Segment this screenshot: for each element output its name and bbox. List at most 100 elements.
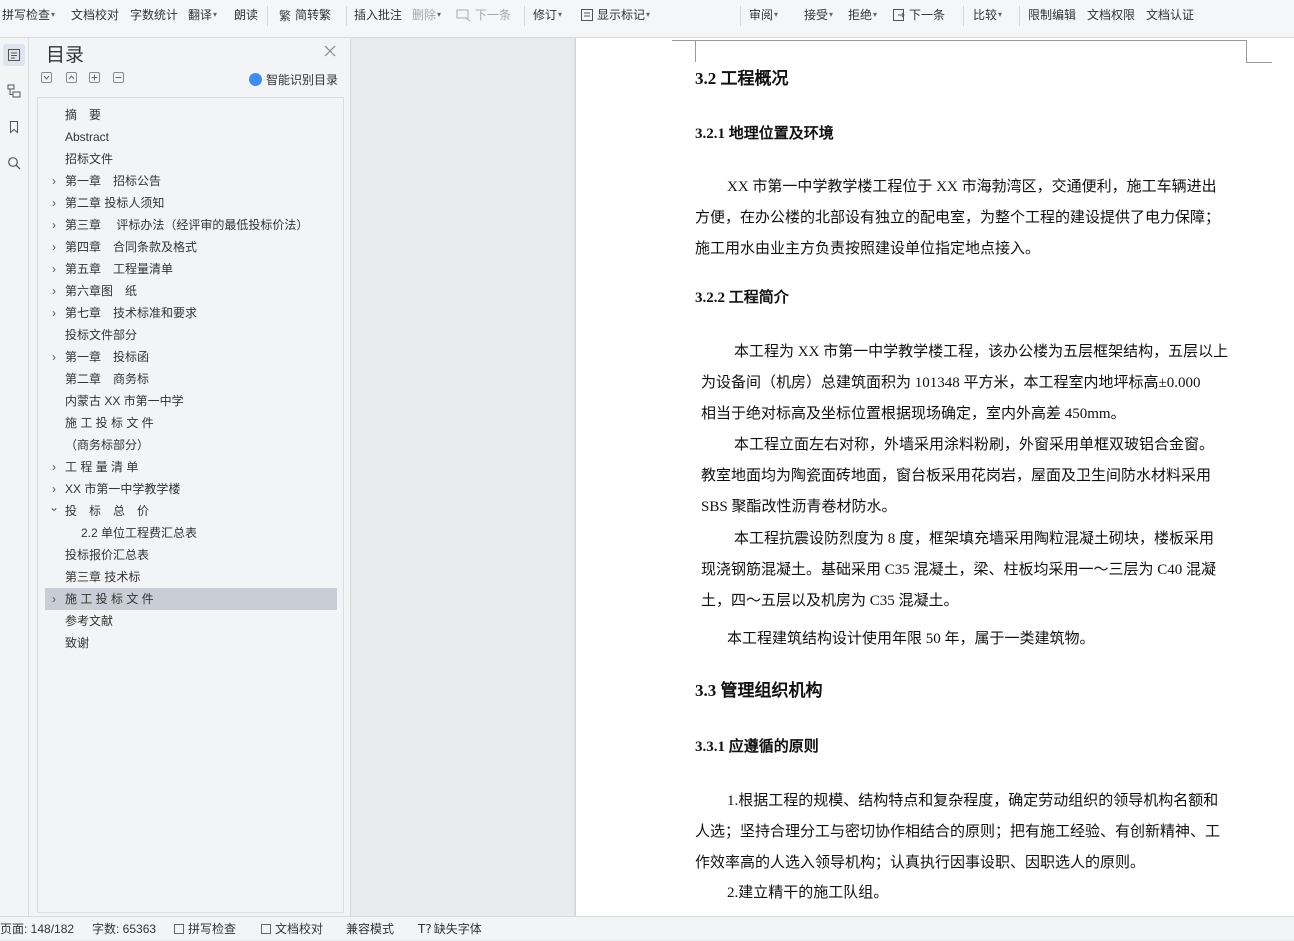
toc-item-label: 投 标 总 价 xyxy=(65,504,150,518)
toolbar-item-13[interactable]: 拒绝▾ xyxy=(848,0,877,30)
subsection-heading: 3.3.1 应遵循的原则 xyxy=(695,739,819,755)
bookmark-icon[interactable] xyxy=(3,116,25,138)
toolbar-item-12[interactable]: 接受▾ xyxy=(804,0,833,30)
page-indicator[interactable]: 页面: 148/182 xyxy=(0,917,74,941)
toc-item[interactable]: › 第四章 合同条款及格式 xyxy=(45,236,337,258)
chevron-right-icon[interactable]: › xyxy=(48,302,60,324)
toc-item[interactable]: › XX 市第一中学教学楼 xyxy=(45,478,337,500)
toc-item-label: 第三章 评标办法（经评审的最低投标价法） xyxy=(65,218,309,232)
toolbar-item-6[interactable]: 插入批注 xyxy=(354,0,402,30)
paragraph-line: 本工程为 XX 市第一中学教学楼工程，该办公楼为五层框架结构，五层以上 xyxy=(734,344,1229,360)
toc-item[interactable]: Abstract xyxy=(45,126,337,148)
toc-item[interactable]: 2.2 单位工程费汇总表 xyxy=(45,522,337,544)
toc-item[interactable]: 致谢 xyxy=(45,632,337,654)
toc-item[interactable]: 第二章 商务标 xyxy=(45,368,337,390)
chevron-down-icon: ▾ xyxy=(437,10,442,19)
toolbar-item-15[interactable]: 比较▾ xyxy=(973,0,1002,30)
paragraph-line: 2.建立精干的施工队组。 xyxy=(727,885,889,901)
chevron-right-icon[interactable]: › xyxy=(48,280,60,302)
toolbar-item-0[interactable]: 拼写检查▾ xyxy=(2,0,55,30)
toolbar-item-18[interactable]: 文档认证 xyxy=(1146,0,1194,30)
toc-item[interactable]: （商务标部分） xyxy=(45,434,337,456)
toolbar-item-label: 拼写检查 xyxy=(2,8,51,22)
toc-item[interactable]: › 第五章 工程量清单 xyxy=(45,258,337,280)
document-page[interactable]: 3.2 工程概况 3.2.1 地理位置及环境 XX 市第一中学教学楼工程位于 XX … xyxy=(576,38,1294,916)
toolbar-item-16[interactable]: 限制编辑 xyxy=(1028,0,1076,30)
toc-item[interactable]: 第三章 技术标 xyxy=(45,566,337,588)
word-count[interactable]: 字数: 65363 xyxy=(92,917,156,941)
toolbar-item-7[interactable]: 删除▾ xyxy=(412,0,441,30)
navigation-icon[interactable] xyxy=(3,80,25,102)
toc-item[interactable]: › 第一章 投标函 xyxy=(45,346,337,368)
chevron-right-icon[interactable]: › xyxy=(48,214,60,236)
toc-item[interactable]: › 工 程 量 清 单 xyxy=(45,456,337,478)
chevron-right-icon[interactable]: › xyxy=(48,258,60,280)
toolbar-item-label: 文档校对 xyxy=(71,8,120,22)
toc-item[interactable]: 摘 要 xyxy=(45,104,337,126)
toc-icon[interactable] xyxy=(3,44,25,66)
toc-item-label: Abstract xyxy=(65,130,110,144)
toc-item[interactable]: › 第三章 评标办法（经评审的最低投标价法） xyxy=(45,214,337,236)
proofread-icon xyxy=(261,924,271,934)
toc-item[interactable]: 施 工 投 标 文 件 xyxy=(45,412,337,434)
missing-fonts-status[interactable]: T? 缺失字体 xyxy=(418,917,482,941)
chevron-right-icon[interactable]: › xyxy=(48,346,60,368)
toolbar-item-4[interactable]: 朗读 xyxy=(234,0,258,30)
chevron-down-icon[interactable]: ⌄ xyxy=(48,496,60,518)
toolbar-divider xyxy=(963,6,964,26)
spell-check-icon xyxy=(174,924,184,934)
proofread-label: 文档校对 xyxy=(275,922,324,936)
remove-heading-icon[interactable] xyxy=(113,72,124,83)
toc-item[interactable]: 参考文献 xyxy=(45,610,337,632)
add-heading-icon[interactable] xyxy=(89,72,100,83)
toc-item[interactable]: 内蒙古 XX 市第一中学 xyxy=(45,390,337,412)
toolbar-item-2[interactable]: 字数统计 xyxy=(130,0,178,30)
toc-item-label: 第六章图 纸 xyxy=(65,284,138,298)
toolbar-item-9[interactable]: 修订▾ xyxy=(533,0,562,30)
paragraph-line: 本工程抗震设防烈度为 8 度，框架填充墙采用陶粒混凝土砌块，楼板采用 xyxy=(734,531,1215,547)
search-icon[interactable] xyxy=(3,152,25,174)
toolbar-item-5[interactable]: 繁简转繁 xyxy=(278,0,331,30)
toc-item[interactable]: › 第七章 技术标准和要求 xyxy=(45,302,337,324)
spell-check-status[interactable]: 拼写检查 xyxy=(174,917,236,941)
paragraph-line: 本工程立面左右对称，外墙采用涂料粉刷，外窗采用单框双玻铝合金窗。 xyxy=(734,437,1215,453)
chevron-right-icon[interactable]: › xyxy=(48,588,60,610)
toc-item[interactable]: › 施 工 投 标 文 件 xyxy=(45,588,337,610)
chevron-down-icon: ▾ xyxy=(829,10,834,19)
toc-item[interactable]: 投标报价汇总表 xyxy=(45,544,337,566)
chevron-right-icon[interactable]: › xyxy=(48,192,60,214)
toolbar-item-8[interactable]: 下一条 xyxy=(456,0,511,30)
paragraph-line: 人选；坚持合理分工与密切协作相结合的原则；把有施工经验、有创新精神、工 xyxy=(695,824,1221,840)
expand-level-icon[interactable] xyxy=(66,72,77,83)
chevron-right-icon[interactable]: › xyxy=(48,170,60,192)
chevron-right-icon[interactable]: › xyxy=(48,236,60,258)
collapse-all-icon[interactable] xyxy=(41,72,52,83)
chevron-down-icon: ▾ xyxy=(873,10,878,19)
smart-toc-button[interactable]: 智能识别目录 xyxy=(249,71,338,88)
toc-item-label: 2.2 单位工程费汇总表 xyxy=(81,526,198,540)
close-icon[interactable] xyxy=(323,44,337,58)
svg-text:繁: 繁 xyxy=(279,8,291,22)
toc-title: 目录 xyxy=(46,45,85,66)
toc-item[interactable]: ⌄ 投 标 总 价 xyxy=(45,500,337,522)
toc-item[interactable]: 招标文件 xyxy=(45,148,337,170)
chevron-down-icon: ▾ xyxy=(774,10,779,19)
toc-item-label: 内蒙古 XX 市第一中学 xyxy=(65,394,184,408)
proofread-status[interactable]: 文档校对 xyxy=(261,917,323,941)
toc-item[interactable]: › 第一章 招标公告 xyxy=(45,170,337,192)
toolbar-item-1[interactable]: 文档校对 xyxy=(71,0,119,30)
toolbar-item-label: 修订 xyxy=(533,8,558,22)
compat-mode[interactable]: 兼容模式 xyxy=(346,917,394,941)
document-canvas[interactable]: 3.2 工程概况 3.2.1 地理位置及环境 XX 市第一中学教学楼工程位于 XX … xyxy=(352,38,1294,916)
section-heading: 3.3 管理组织机构 xyxy=(695,681,823,700)
chevron-right-icon[interactable]: › xyxy=(48,456,60,478)
toolbar-item-17[interactable]: 文档权限 xyxy=(1087,0,1135,30)
toolbar-item-3[interactable]: 翻译▾ xyxy=(188,0,217,30)
toc-item[interactable]: › 第二章 投标人须知 xyxy=(45,192,337,214)
toolbar-item-11[interactable]: 审阅▾ xyxy=(749,0,778,30)
toc-item[interactable]: › 第六章图 纸 xyxy=(45,280,337,302)
toolbar-item-14[interactable]: 下一条 xyxy=(892,0,945,30)
traditional-chinese-icon: 繁 xyxy=(278,3,292,33)
toolbar-item-10[interactable]: 显示标记▾ xyxy=(580,0,650,30)
toc-item[interactable]: 投标文件部分 xyxy=(45,324,337,346)
